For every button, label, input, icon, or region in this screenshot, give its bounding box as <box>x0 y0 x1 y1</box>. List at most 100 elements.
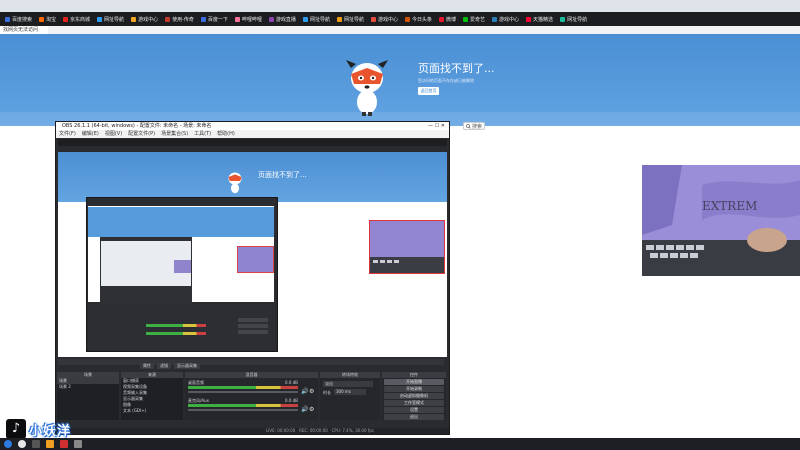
bookmark-favicon-icon <box>439 16 444 22</box>
preview-title-strip <box>58 139 447 146</box>
error-banner <box>0 34 800 126</box>
mixer-slider-1[interactable] <box>188 391 298 393</box>
gear-icon[interactable]: ⚙ <box>309 388 314 395</box>
transition-select[interactable]: 淡出 <box>323 381 373 387</box>
bookmark-item[interactable]: 游戏直播 <box>267 16 298 23</box>
not-found-title: 页面找不到了... <box>418 62 495 75</box>
bookmark-label: 京东商城 <box>70 16 91 23</box>
bookmark-item[interactable]: 百度一下 <box>199 16 230 23</box>
bookmark-label: 游戏中心 <box>138 16 159 23</box>
obs-taskbar-icon[interactable] <box>74 440 82 448</box>
window-controls[interactable]: — ☐ ✕ <box>428 122 445 130</box>
source-toolbar-button[interactable]: 显示器采集 <box>174 363 200 369</box>
search-icon <box>466 123 471 129</box>
obs-menu-bar: 文件(F) 编辑(E) 视图(V) 配置文件(P) 场景集合(S) 工具(T) 帮助(H) <box>56 130 449 138</box>
bookmark-favicon-icon <box>463 16 469 22</box>
bookmark-item[interactable]: 网址导航 <box>95 16 126 23</box>
not-found-subtitle: 您访问的页面不存在或已被删除 <box>418 78 474 83</box>
bookmark-item[interactable]: 天猫精选 <box>524 16 555 23</box>
home-button[interactable]: 返回首页 <box>418 87 439 95</box>
bookmark-favicon-icon <box>97 16 103 22</box>
mixer-channel-2-db: 0.0 dB <box>285 398 298 403</box>
bookmark-item[interactable]: 游戏中心 <box>129 16 160 23</box>
bookmark-label: 天猫精选 <box>533 16 554 23</box>
bookmark-item[interactable]: 网址导航 <box>301 16 332 23</box>
nested-webcam-2 <box>174 260 191 273</box>
obs-menu-item[interactable]: 编辑(E) <box>82 130 99 138</box>
webcam-capture-large: EXTREM <box>642 165 800 276</box>
bookmark-item[interactable]: 哔哩哔哩 <box>233 16 264 23</box>
bookmark-favicon-icon <box>39 16 45 22</box>
bookmark-item[interactable]: 今日头条 <box>403 16 434 23</box>
bookmark-item[interactable]: 百度搜索 <box>3 16 34 23</box>
source-item[interactable]: 文本 (GDI+) <box>121 408 183 414</box>
bookmarks-bar: 百度搜索 淘宝 京东商城 网址导航 游戏中心 使用-传奇 百度一下 哔哩哔哩 游戏直播 网址导航 网… <box>0 12 800 26</box>
bookmark-label: 使用-传奇 <box>172 16 194 23</box>
browser-tab[interactable]: 找网页无法访问 <box>0 26 48 34</box>
source-toolbar-button[interactable]: 滤镜 <box>157 363 171 369</box>
webcam-source-selected[interactable] <box>369 220 445 274</box>
speaker-icon[interactable]: 🔊 <box>301 406 308 413</box>
bookmark-favicon-icon <box>560 16 566 22</box>
douyin-logo-icon: ♪ <box>6 419 26 439</box>
bookmark-favicon-icon <box>370 16 376 22</box>
bookmark-item[interactable]: 微博 <box>437 16 458 23</box>
control-button[interactable]: 退出 <box>384 414 444 420</box>
bookmark-item[interactable]: 使用-传奇 <box>163 16 196 23</box>
nested-webcam <box>237 246 274 273</box>
watermark-text: 小妖洋 <box>29 423 72 439</box>
bookmark-item[interactable]: 爱奇艺 <box>461 16 487 23</box>
bookmark-label: 网址导航 <box>309 16 330 23</box>
mixer-slider-2[interactable] <box>188 409 298 411</box>
bookmark-item[interactable]: 游戏中心 <box>369 16 400 23</box>
bookmark-label: 网址导航 <box>104 16 125 23</box>
obs-menu-item[interactable]: 工具(T) <box>194 130 211 138</box>
preview-error-banner <box>58 152 447 202</box>
bookmark-favicon-icon <box>336 16 342 22</box>
bookmark-item[interactable]: 京东商城 <box>61 16 92 23</box>
mixer-meter-2 <box>188 404 298 407</box>
bookmark-label: 百度一下 <box>207 16 228 23</box>
scene-item[interactable]: 场景 2 <box>57 384 119 390</box>
control-button[interactable]: 开始录制 <box>384 386 444 392</box>
file-explorer-icon[interactable] <box>32 440 40 448</box>
mixer-meter-1 <box>188 386 298 389</box>
bookmark-item[interactable]: 网址导航 <box>335 16 366 23</box>
start-icon[interactable] <box>4 440 12 448</box>
app-icon[interactable] <box>60 440 68 448</box>
status-cpu: CPU: 7.4%, 30.00 fps <box>331 428 374 433</box>
transition-duration-input[interactable]: 300 ms <box>334 389 366 395</box>
bookmark-label: 游戏中心 <box>377 16 398 23</box>
bookmark-item[interactable]: 游戏中心 <box>490 16 521 23</box>
mixer-panel: 桌面音频 0.0 dB 🔊 ⚙ 麦克风/Aux 0.0 dB 🔊 ⚙ <box>185 378 318 420</box>
bookmark-favicon-icon <box>131 16 137 22</box>
search-button[interactable]: 搜索 <box>463 122 485 130</box>
bookmark-label: 今日头条 <box>411 16 432 23</box>
bookmark-item[interactable]: 网址导航 <box>558 16 589 23</box>
control-button[interactable]: 设置 <box>384 407 444 413</box>
obs-window-title: OBS 26.1.1 (64-bit, windows) - 配置文件: 未命名… <box>62 123 212 129</box>
obs-title-bar: OBS 26.1.1 (64-bit, windows) - 配置文件: 未命名… <box>56 122 449 130</box>
obs-menu-item[interactable]: 配置文件(P) <box>128 130 155 138</box>
obs-menu-item[interactable]: 视图(V) <box>105 130 122 138</box>
preview-mascot-icon <box>224 168 246 194</box>
obs-menu-item[interactable]: 文件(F) <box>59 130 76 138</box>
browser-icon[interactable] <box>18 440 26 448</box>
control-button[interactable]: 启动虚拟摄像机 <box>384 393 444 399</box>
transition-duration-label: 时长 <box>323 390 331 395</box>
source-toolbar: 属性 滤镜 显示器采集 <box>140 363 200 369</box>
speaker-icon[interactable]: 🔊 <box>301 388 308 395</box>
bookmark-favicon-icon <box>492 16 498 22</box>
gear-icon[interactable]: ⚙ <box>309 406 314 413</box>
folder-icon[interactable] <box>46 440 54 448</box>
obs-menu-item[interactable]: 场景集合(S) <box>161 130 188 138</box>
source-toolbar-button[interactable]: 属性 <box>140 363 154 369</box>
bookmark-item[interactable]: 淘宝 <box>37 16 58 23</box>
control-button[interactable]: 开始直播 <box>384 379 444 385</box>
bookmark-label: 网址导航 <box>567 16 588 23</box>
webcam-shirt-image: EXTREM <box>642 165 800 276</box>
control-button[interactable]: 工作室模式 <box>384 400 444 406</box>
taskbar <box>0 438 800 450</box>
bookmark-label: 网址导航 <box>343 16 364 23</box>
obs-menu-item[interactable]: 帮助(H) <box>217 130 235 138</box>
